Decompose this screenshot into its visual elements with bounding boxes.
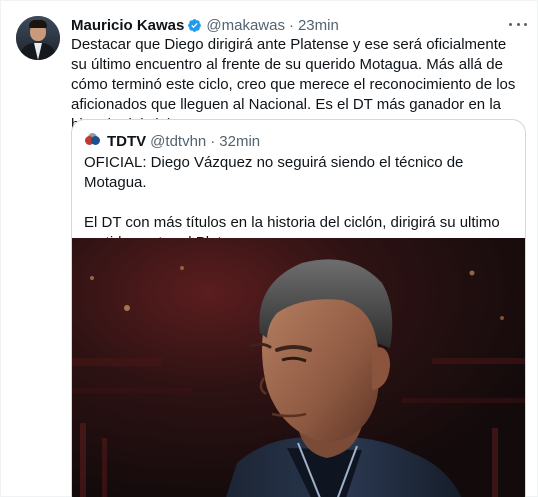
- separator-dot: ·: [210, 132, 216, 150]
- quoted-author-name[interactable]: TDTV: [107, 133, 146, 150]
- separator-dot: ·: [288, 16, 294, 34]
- quoted-tweet-photo[interactable]: [72, 238, 525, 497]
- quoted-paragraph-1: OFICIAL: Diego Vázquez no seguirá siendo…: [84, 154, 464, 191]
- quoted-tweet-timestamp[interactable]: 32min: [219, 133, 260, 150]
- tweet-header: Mauricio Kawas @makawas · 23min: [71, 15, 339, 35]
- author-avatar[interactable]: [16, 16, 60, 60]
- tweet-card[interactable]: Mauricio Kawas @makawas · 23min Destacar…: [0, 0, 538, 497]
- quoted-author-handle[interactable]: @tdtvhn: [150, 133, 206, 150]
- coach-portrait-image: [72, 238, 525, 497]
- quoted-tweet-header: TDTV @tdtvhn · 32min: [84, 132, 260, 150]
- author-name[interactable]: Mauricio Kawas: [71, 17, 184, 34]
- verified-badge-icon: [188, 18, 202, 32]
- tweet-timestamp[interactable]: 23min: [298, 17, 339, 34]
- quoted-tweet[interactable]: TDTV @tdtvhn · 32min OFICIAL: Diego Vázq…: [71, 119, 526, 497]
- more-options-icon[interactable]: [509, 19, 527, 29]
- author-handle[interactable]: @makawas: [206, 17, 285, 34]
- quoted-author-avatar[interactable]: [84, 132, 102, 150]
